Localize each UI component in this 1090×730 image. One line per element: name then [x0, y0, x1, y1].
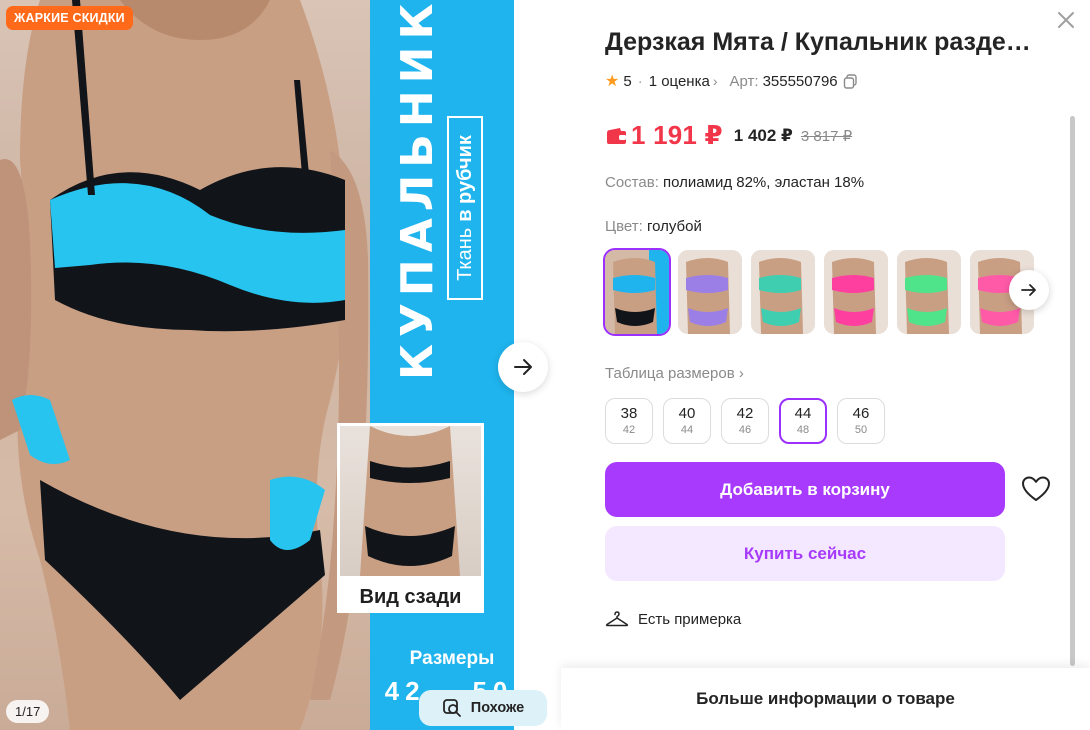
wallet-icon	[607, 127, 626, 144]
size-alt: 50	[854, 424, 868, 436]
copy-icon[interactable]	[843, 73, 858, 89]
add-to-cart-button[interactable]: Добавить в корзину	[605, 462, 1005, 517]
try-on-info: Есть примерка	[605, 610, 741, 628]
color-label: Цвет:	[605, 218, 643, 235]
promo-subtitle: Ткань в рубчик	[447, 116, 483, 300]
color-variant-thumb[interactable]	[678, 250, 742, 334]
size-ru: 42	[736, 405, 754, 422]
close-icon[interactable]	[1056, 10, 1076, 30]
similar-search-icon	[442, 699, 461, 717]
price-current: 1 191 ₽	[631, 120, 723, 150]
photo-counter: 1/17	[6, 700, 50, 723]
size-alt: 48	[796, 424, 810, 436]
color-variant-thumb[interactable]	[824, 250, 888, 334]
size-ru: 40	[678, 405, 696, 422]
price-old: 3 817 ₽	[800, 127, 853, 145]
photo-next-button[interactable]	[498, 342, 548, 392]
more-info-button[interactable]: Больше информации о товаре	[561, 668, 1090, 730]
size-option-40[interactable]: 40 44	[663, 398, 711, 444]
article-label: Арт:	[729, 72, 759, 90]
heart-icon[interactable]	[1021, 475, 1051, 503]
hanger-icon	[605, 611, 629, 627]
color-value: голубой	[646, 218, 702, 235]
panel-scrollbar[interactable]	[1070, 116, 1075, 666]
arrow-right-icon	[1021, 284, 1036, 296]
chevron-right-icon: ›	[738, 365, 744, 382]
color-row: Цвет: голубой	[605, 218, 702, 235]
product-info-panel: Дерзкая Мята / Купальник раздельный ★ 5 …	[561, 0, 1090, 730]
back-view-label: Вид сзади	[359, 586, 462, 608]
size-alt: 44	[680, 424, 694, 436]
color-variants	[603, 248, 1034, 336]
variants-next-button[interactable]	[1009, 270, 1049, 310]
arrow-right-icon	[514, 359, 532, 375]
back-view-image	[340, 426, 481, 576]
promo-title: КУПАЛЬНИК	[392, 0, 443, 380]
rating-row: ★ 5 · 1 оценка › Арт: 355550796	[605, 71, 858, 91]
variant-image	[897, 250, 961, 334]
rating-value: 5	[623, 72, 632, 90]
size-alt: 46	[738, 424, 752, 436]
color-variant-thumb[interactable]	[751, 250, 815, 334]
composition-value: полиамид 82%, эластан 18%	[663, 174, 865, 191]
chevron-right-icon: ›	[712, 73, 718, 89]
size-option-42[interactable]: 42 46	[721, 398, 769, 444]
variant-image	[678, 250, 742, 334]
promo-sizes-label: Размеры	[409, 648, 495, 669]
size-ru: 44	[794, 405, 812, 422]
reviews-link[interactable]: 1 оценка	[649, 73, 710, 90]
variant-image	[605, 250, 669, 334]
article-number: 355550796	[762, 72, 838, 90]
color-variant-thumb[interactable]	[603, 248, 671, 336]
composition-row: Состав: полиамид 82%, эластан 18%	[605, 174, 864, 191]
size-ru: 38	[620, 405, 638, 422]
buy-now-button[interactable]: Купить сейчас	[605, 526, 1005, 581]
size-ru: 46	[852, 405, 870, 422]
back-view-card: Вид сзади	[337, 423, 484, 613]
hot-discount-badge: ЖАРКИЕ СКИДКИ	[6, 6, 133, 30]
similar-button[interactable]: Похоже	[419, 690, 547, 726]
product-title: Дерзкая Мята / Купальник раздельный	[605, 28, 1045, 56]
size-option-44[interactable]: 44 48	[779, 398, 827, 444]
size-selector: 38 42 40 44 42 46 44 48 46 50	[605, 398, 885, 444]
size-option-46[interactable]: 46 50	[837, 398, 885, 444]
size-alt: 42	[622, 424, 636, 436]
price-row: 1 191 ₽ 1 402 ₽ 3 817 ₽	[605, 120, 852, 151]
color-variant-thumb[interactable]	[897, 250, 961, 334]
model-illustration	[0, 0, 369, 730]
star-icon: ★	[605, 73, 620, 90]
variant-image	[751, 250, 815, 334]
product-gallery[interactable]: КУПАЛЬНИК Ткань в рубчик Вид сзади Разме…	[0, 0, 561, 730]
variant-image	[824, 250, 888, 334]
size-option-38[interactable]: 38 42	[605, 398, 653, 444]
size-table-link[interactable]: Таблица размеров ›	[605, 365, 744, 382]
main-photo	[0, 0, 370, 730]
price-without-wallet: 1 402 ₽	[733, 125, 793, 145]
composition-label: Состав:	[605, 174, 659, 191]
